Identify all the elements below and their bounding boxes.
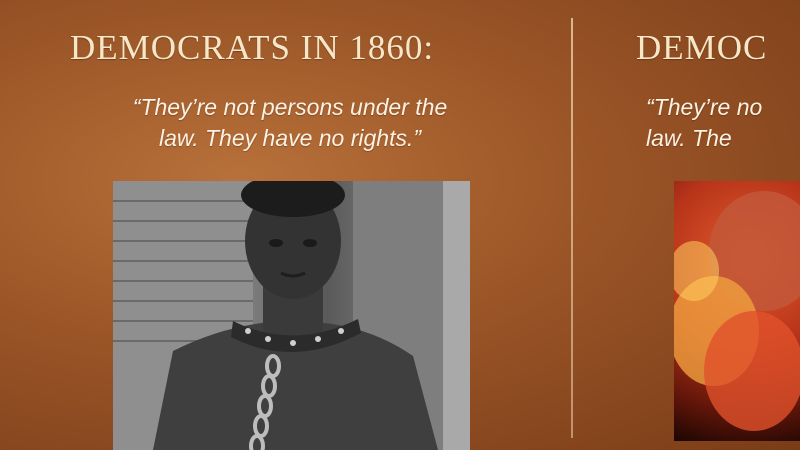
chained-man-photo (113, 181, 470, 450)
fetus-photo (674, 181, 800, 441)
right-quote: “They’re no law. The (646, 94, 763, 151)
panel-divider (571, 18, 573, 438)
photo-illustration (113, 181, 470, 450)
left-panel: DEMOCRATS IN 1860: “They’re not persons … (0, 0, 572, 450)
left-quote: “They’re not persons under the law. They… (132, 94, 448, 151)
fetus-illustration (674, 191, 800, 431)
right-heading: DEMOC (636, 28, 768, 67)
right-panel: DEMOC “They’re no law. The (576, 0, 800, 450)
left-heading: DEMOCRATS IN 1860: (70, 28, 435, 67)
